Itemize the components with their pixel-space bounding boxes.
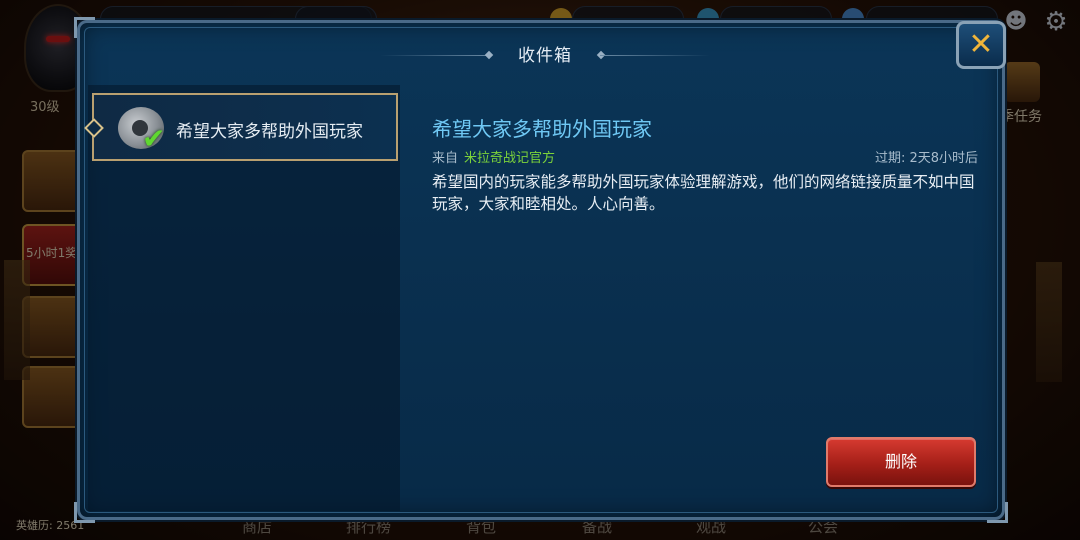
frame-corner: [74, 17, 95, 38]
mail-disc-icon: ✔: [118, 107, 165, 153]
dialog-title-bar: 收件箱: [380, 41, 710, 71]
read-check-icon: ✔: [142, 122, 166, 155]
mail-from-label: 来自: [432, 151, 459, 166]
mail-list-item[interactable]: ✔ 希望大家多帮助外国玩家: [92, 93, 398, 161]
title-ornament: [484, 50, 494, 60]
title-divider-left: [380, 55, 490, 56]
dialog-title: 收件箱: [518, 46, 572, 66]
title-divider-right: [600, 55, 710, 56]
mail-detail-panel: 希望大家多帮助外国玩家 来自 米拉奇战记官方 过期: 2天8小时后 希望国内的玩…: [404, 85, 994, 511]
mail-body: 希望国内的玩家能多帮助外国玩家体验理解游戏，他们的网络链接质量不如中国玩家，大家…: [432, 173, 975, 213]
close-button[interactable]: ✕: [956, 21, 1006, 69]
mail-expiry: 过期: 2天8小时后: [874, 151, 978, 166]
mail-title: 希望大家多帮助外国玩家: [432, 117, 652, 141]
delete-button[interactable]: 删除: [826, 437, 976, 487]
inbox-dialog: 收件箱 ✕ ✔ 希望大家多帮助外国玩家 希望大家多帮助外国玩家 来自 米拉奇战记…: [74, 17, 1008, 523]
close-icon: ✕: [968, 27, 994, 62]
mail-sender: 米拉奇战记官方: [464, 151, 556, 166]
mail-list-item-title: 希望大家多帮助外国玩家: [176, 122, 363, 142]
mail-list[interactable]: ✔ 希望大家多帮助外国玩家: [88, 85, 400, 511]
